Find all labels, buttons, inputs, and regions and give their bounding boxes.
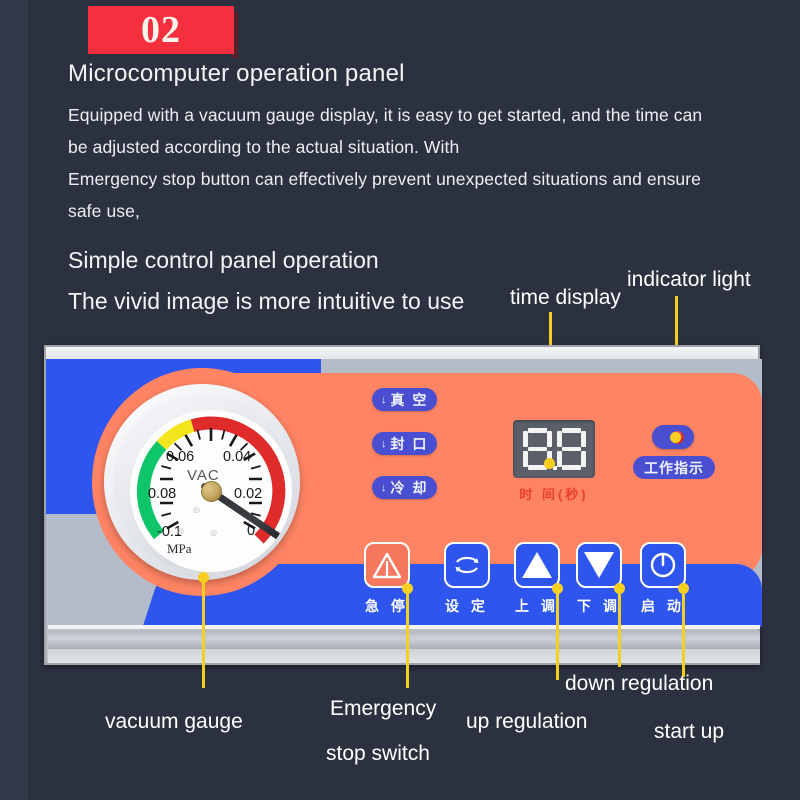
callout-line-vacuum-gauge <box>202 578 205 688</box>
status-pill-sealing-label: 封 口 <box>390 435 429 452</box>
status-pill-cooling-label: 冷 却 <box>390 479 429 496</box>
callout-line-start-up <box>682 589 685 677</box>
status-pill-vacuum: ↓ 真 空 <box>372 388 438 411</box>
warning-triangle-icon <box>372 552 402 578</box>
callout-dot-indicator-light <box>670 432 681 443</box>
callout-label-up-regulation: up regulation <box>466 710 588 733</box>
status-pill-vacuum-label: 真 空 <box>390 391 429 408</box>
gauge-cert-icon-2: ◎ <box>177 526 184 535</box>
callout-label-time-display: time display <box>510 286 621 309</box>
subtitle-vivid-image: The vivid image is more intuitive to use <box>68 288 465 314</box>
arrow-down-icon: ↓ <box>381 393 387 406</box>
gauge-cert-icon-1: ◎ <box>193 505 200 514</box>
callout-dot-time-display <box>544 458 555 469</box>
callout-label-start-up: start up <box>654 720 725 743</box>
callout-label-down-regulation: down regulation <box>565 672 714 695</box>
callout-label-vacuum-gauge: vacuum gauge <box>105 710 243 733</box>
start-button[interactable] <box>640 542 686 588</box>
triangle-up-icon <box>522 552 552 578</box>
gauge-cert-icon-3: ◎ <box>210 528 217 537</box>
body-line-2: be adjusted according to the actual situ… <box>68 137 460 157</box>
body-line-4: safe use, <box>68 201 140 221</box>
down-regulation-button[interactable] <box>576 542 622 588</box>
body-line-3: Emergency stop button can effectively pr… <box>68 169 702 189</box>
callout-line-emergency-stop <box>406 589 409 688</box>
gauge-tick-label-008: 0.08 <box>148 486 177 502</box>
gauge-tick-label-002: 0.02 <box>234 486 263 502</box>
status-pill-sealing: ↓ 封 口 <box>372 432 438 455</box>
section-number-badge: 02 <box>88 6 234 54</box>
callout-line-down-regulation <box>618 589 621 667</box>
up-regulation-button[interactable] <box>514 542 560 588</box>
gauge-inner-bezel: 0.06 0.04 0.08 0.02 -0.1 0 VAC MPa ◎ ◎ ◎ <box>113 393 292 572</box>
panel-top-highlight <box>46 347 758 359</box>
arrow-down-icon: ↓ <box>381 481 387 494</box>
callout-line-up-regulation <box>556 589 559 680</box>
gauge-unit-label: MPa <box>167 541 192 556</box>
gauge-tick-label-006: 0.06 <box>166 449 195 465</box>
triangle-down-icon <box>584 552 614 578</box>
gauge-needle-hub <box>200 480 222 502</box>
page-title: Microcomputer operation panel <box>68 60 405 87</box>
set-button[interactable] <box>444 542 490 588</box>
panel-rail-shadow <box>48 649 760 663</box>
callout-label-indicator-light: indicator light <box>627 268 751 291</box>
gauge-tick-label-004: 0.04 <box>223 449 252 465</box>
panel-rail-highlight <box>48 625 760 629</box>
panel-bottom-rail <box>48 631 760 649</box>
callout-label-emergency-line2: stop switch <box>326 742 430 765</box>
callout-label-emergency-line1: Emergency <box>330 697 437 720</box>
gauge-face: 0.06 0.04 0.08 0.02 -0.1 0 VAC MPa ◎ ◎ ◎ <box>130 410 292 572</box>
emergency-stop-button-label: 急 停 <box>365 598 409 614</box>
time-display-label: 时 间(秒) <box>519 487 589 502</box>
set-button-label: 设 定 <box>445 598 489 614</box>
emergency-stop-button[interactable] <box>364 542 410 588</box>
status-pill-cooling: ↓ 冷 却 <box>372 476 438 499</box>
lcd-digit-2 <box>556 428 586 470</box>
power-icon <box>650 552 676 578</box>
cycle-arrows-icon <box>455 556 479 574</box>
gauge-tick-label-zero: 0 <box>247 523 256 539</box>
start-button-label: 启 动 <box>641 598 685 614</box>
body-line-1: Equipped with a vacuum gauge display, it… <box>68 105 703 125</box>
arrow-down-icon: ↓ <box>381 437 387 450</box>
left-edge-strip <box>0 0 28 800</box>
vacuum-gauge: 0.06 0.04 0.08 0.02 -0.1 0 VAC MPa ◎ ◎ ◎ <box>104 384 300 580</box>
time-display <box>513 420 595 478</box>
indicator-light-label: 工作指示 <box>633 456 715 479</box>
screenshot-root: 02 Microcomputer operation panel Equippe… <box>0 0 800 800</box>
subtitle-simple-control: Simple control panel operation <box>68 247 379 273</box>
